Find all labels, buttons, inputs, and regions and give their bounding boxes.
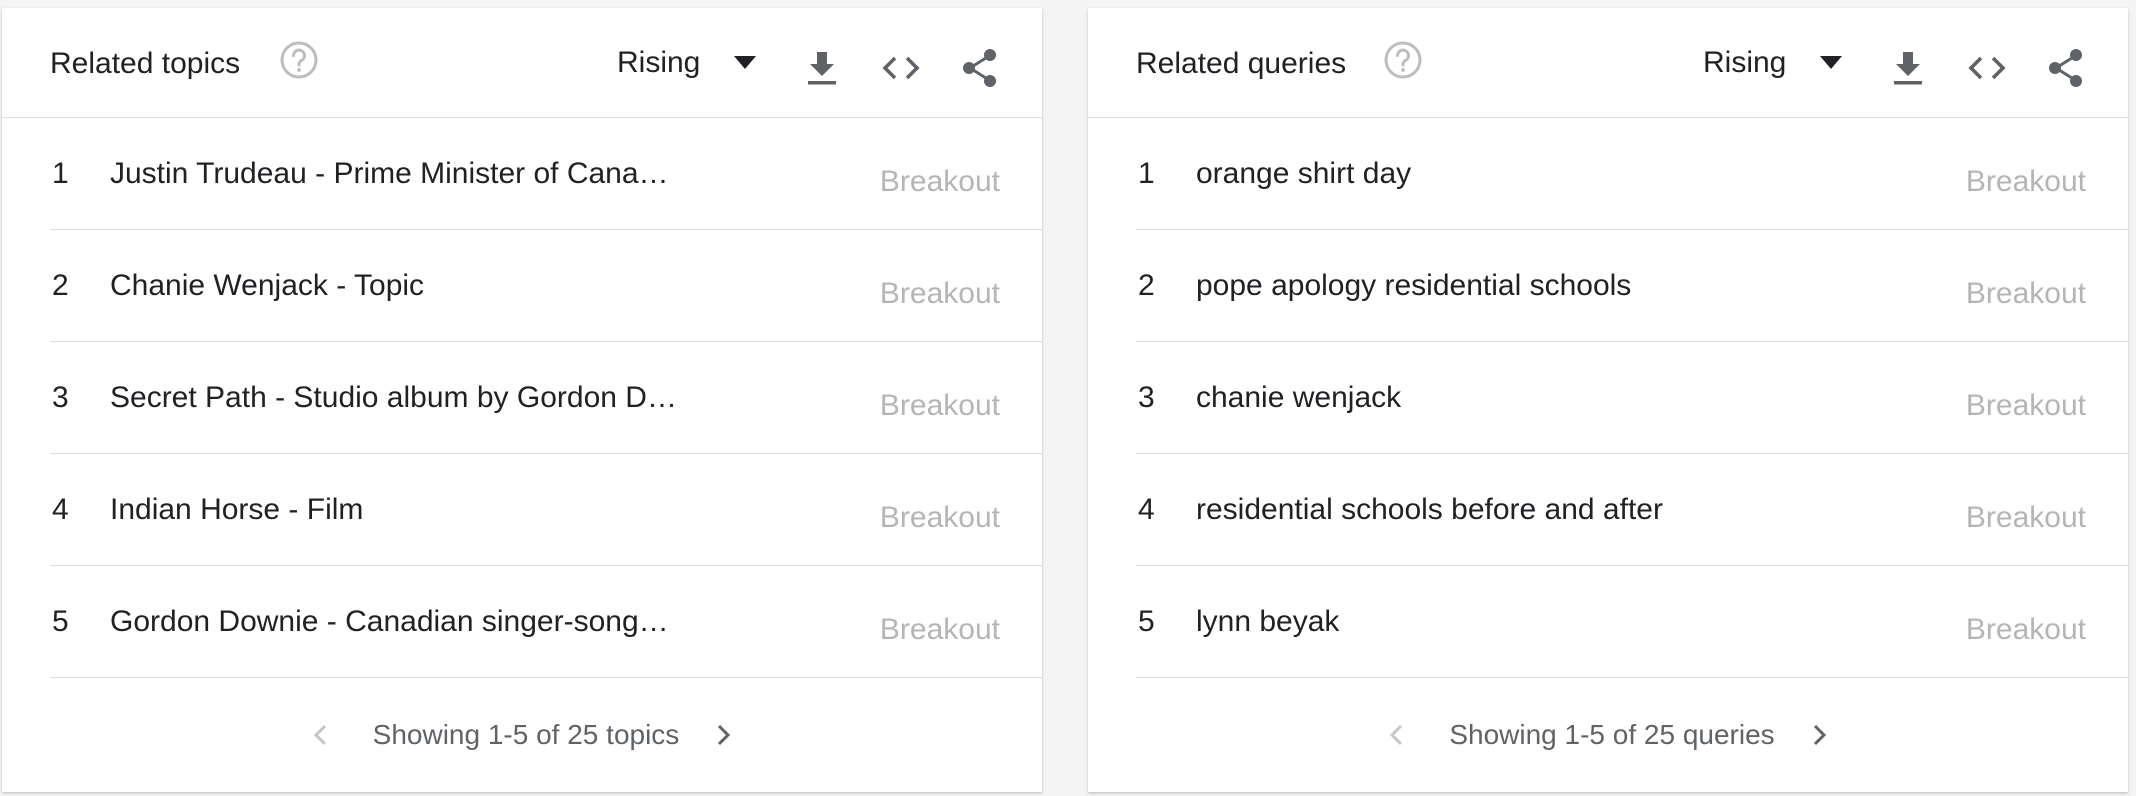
list-item[interactable]: 5 Gordon Downie - Canadian singer-song… … — [50, 566, 1042, 678]
list-item[interactable]: 3 chanie wenjack Breakout — [1136, 342, 2128, 454]
rank-number: 3 — [52, 381, 69, 414]
related-topics-panel: Related topics Rising 1 Justin Trudeau -… — [2, 8, 1042, 792]
query-link[interactable]: chanie wenjack — [1196, 380, 1401, 416]
download-icon[interactable] — [1888, 48, 1928, 88]
chevron-right-icon[interactable] — [1805, 721, 1833, 749]
list-item[interactable]: 4 Indian Horse - Film Breakout — [50, 454, 1042, 566]
topic-link[interactable]: Chanie Wenjack - Topic — [110, 268, 424, 304]
rank-number: 2 — [52, 269, 69, 302]
rank-number: 4 — [1138, 493, 1155, 526]
chevron-right-icon[interactable] — [709, 721, 737, 749]
panel-header: Related queries Rising — [1088, 8, 2128, 118]
query-link[interactable]: orange shirt day — [1196, 156, 1411, 192]
share-icon[interactable] — [2046, 48, 2086, 88]
list-item[interactable]: 5 lynn beyak Breakout — [1136, 566, 2128, 678]
list-item[interactable]: 4 residential schools before and after B… — [1136, 454, 2128, 566]
filter-label: Rising — [617, 46, 701, 79]
topic-link[interactable]: Secret Path - Studio album by Gordon D… — [110, 380, 677, 416]
rank-number: 1 — [1138, 157, 1155, 190]
topic-link[interactable]: Justin Trudeau - Prime Minister of Cana… — [110, 156, 669, 192]
breakout-value: Breakout — [879, 165, 1000, 198]
rank-number: 3 — [1138, 381, 1155, 414]
query-link[interactable]: residential schools before and after — [1196, 492, 1663, 528]
breakout-value: Breakout — [879, 501, 1000, 534]
topic-link[interactable]: Gordon Downie - Canadian singer-song… — [110, 604, 669, 640]
breakout-value: Breakout — [1965, 277, 2086, 310]
help-circle-icon[interactable] — [279, 40, 319, 80]
code-embed-icon[interactable] — [1967, 48, 2007, 88]
breakout-value: Breakout — [1965, 389, 2086, 422]
list-item[interactable]: 2 pope apology residential schools Break… — [1136, 230, 2128, 342]
chevron-left-icon — [313, 724, 326, 746]
query-link[interactable]: lynn beyak — [1196, 604, 1339, 640]
pagination-status: Showing 1-5 of 25 queries — [1449, 719, 1775, 750]
download-icon[interactable] — [802, 48, 842, 88]
rank-number: 2 — [1138, 269, 1155, 302]
filter-dropdown[interactable]: Rising — [1703, 42, 1843, 84]
caret-down-icon — [1820, 56, 1843, 69]
help-circle-icon[interactable] — [1383, 40, 1423, 80]
list-item[interactable]: 1 Justin Trudeau - Prime Minister of Can… — [50, 118, 1042, 230]
rank-number: 4 — [52, 493, 69, 526]
topics-list: 1 Justin Trudeau - Prime Minister of Can… — [2, 118, 1042, 678]
query-link[interactable]: pope apology residential schools — [1196, 268, 1631, 304]
pagination-status: Showing 1-5 of 25 topics — [372, 719, 680, 750]
caret-down-icon — [734, 56, 757, 69]
panel-title: Related topics — [50, 47, 241, 80]
filter-dropdown[interactable]: Rising — [617, 42, 757, 84]
topic-link[interactable]: Indian Horse - Film — [110, 492, 363, 528]
pagination: Showing 1-5 of 25 topics — [2, 678, 1042, 792]
rank-number: 1 — [52, 157, 69, 190]
breakout-value: Breakout — [1965, 501, 2086, 534]
breakout-value: Breakout — [1965, 165, 2086, 198]
list-item[interactable]: 2 Chanie Wenjack - Topic Breakout — [50, 230, 1042, 342]
chevron-left-icon — [1390, 724, 1403, 746]
breakout-value: Breakout — [879, 389, 1000, 422]
rank-number: 5 — [52, 605, 69, 638]
related-queries-panel: Related queries Rising 1 orange shirt da… — [1088, 8, 2128, 792]
filter-label: Rising — [1703, 46, 1787, 79]
code-embed-icon[interactable] — [881, 48, 921, 88]
breakout-value: Breakout — [879, 613, 1000, 646]
breakout-value: Breakout — [879, 277, 1000, 310]
panel-title: Related queries — [1136, 47, 1347, 80]
list-item[interactable]: 3 Secret Path - Studio album by Gordon D… — [50, 342, 1042, 454]
rank-number: 5 — [1138, 605, 1155, 638]
panel-header: Related topics Rising — [2, 8, 1042, 118]
queries-list: 1 orange shirt day Breakout 2 pope apolo… — [1088, 118, 2128, 678]
pagination: Showing 1-5 of 25 queries — [1088, 678, 2128, 792]
share-icon[interactable] — [960, 48, 1000, 88]
breakout-value: Breakout — [1965, 613, 2086, 646]
list-item[interactable]: 1 orange shirt day Breakout — [1136, 118, 2128, 230]
